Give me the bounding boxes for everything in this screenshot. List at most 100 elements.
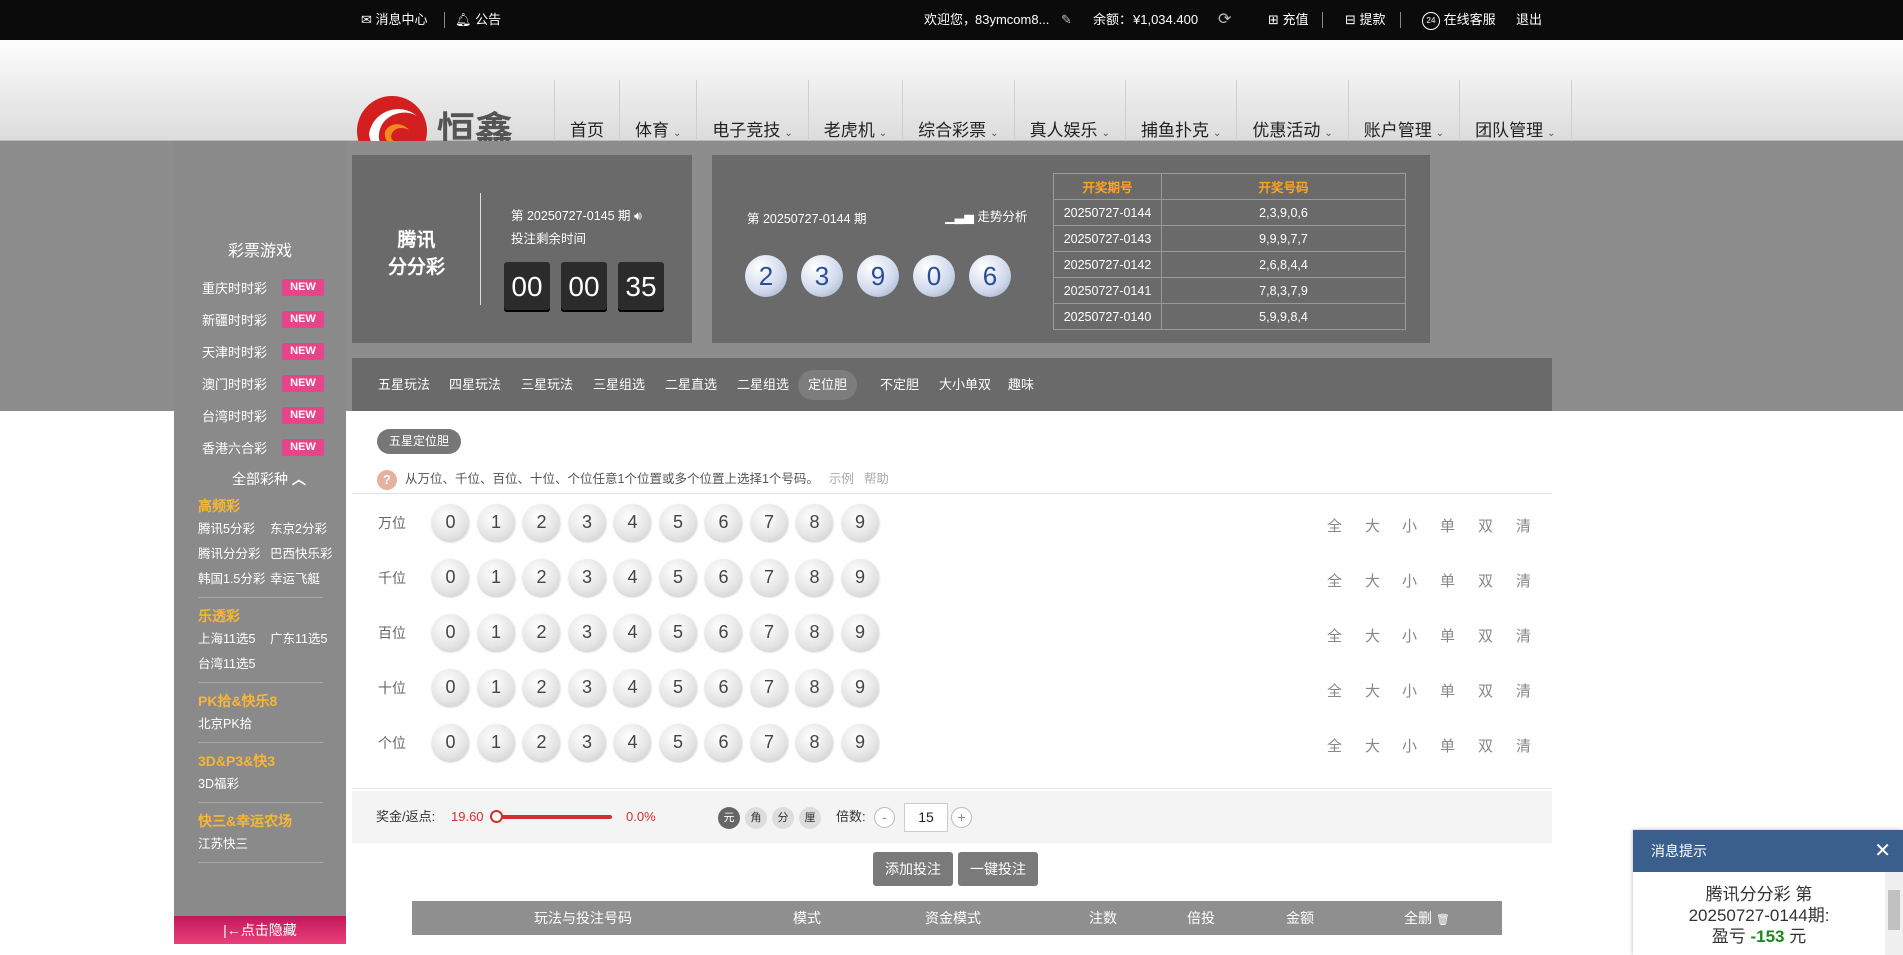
trend-link[interactable]: ▁▃▅ 走势分析 — [945, 206, 1027, 225]
tab-play-5[interactable]: 二星组选 — [727, 370, 799, 400]
quick-select-4[interactable]: 双 — [1478, 606, 1493, 661]
number-ball[interactable]: 1 — [477, 724, 515, 761]
quick-select-5[interactable]: 清 — [1516, 496, 1531, 551]
sidebar-item-featured[interactable]: 天津时时彩 — [202, 342, 267, 361]
number-ball[interactable]: 8 — [796, 614, 833, 651]
quick-select-2[interactable]: 小 — [1402, 716, 1417, 771]
number-ball[interactable]: 1 — [477, 504, 515, 541]
quick-select-4[interactable]: 双 — [1478, 716, 1493, 771]
number-ball[interactable]: 9 — [841, 504, 879, 541]
unit-li[interactable]: 厘 — [799, 807, 821, 829]
sidebar-lottery-item[interactable]: 江苏快三 — [198, 833, 248, 852]
quick-select-2[interactable]: 小 — [1402, 661, 1417, 716]
quick-bet-button[interactable]: 一键投注 — [958, 852, 1038, 886]
sidebar-lottery-item[interactable]: 台湾11选5 — [198, 653, 255, 672]
close-icon[interactable]: ✕ — [1874, 830, 1891, 872]
number-ball[interactable]: 4 — [614, 724, 651, 761]
number-ball[interactable]: 3 — [568, 669, 606, 706]
sidebar-item-featured[interactable]: 重庆时时彩 — [202, 278, 267, 297]
logout-link[interactable]: 退出 — [1516, 0, 1542, 40]
messages-link[interactable]: ✉ 消息中心 — [361, 0, 428, 40]
number-ball[interactable]: 1 — [477, 669, 515, 706]
tab-play-6[interactable]: 定位胆 — [798, 370, 858, 400]
scrollbar-thumb[interactable] — [1888, 890, 1900, 930]
deposit-link[interactable]: ⊞ 充值 — [1268, 0, 1309, 40]
tab-play-2[interactable]: 三星玩法 — [511, 370, 583, 400]
number-ball[interactable]: 6 — [705, 669, 742, 706]
number-ball[interactable]: 2 — [523, 669, 560, 706]
number-ball[interactable]: 2 — [523, 559, 560, 596]
sidebar-lottery-item[interactable]: 东京2分彩 — [270, 518, 327, 537]
edit-icon[interactable]: ✎ — [1061, 0, 1072, 40]
unit-jiao[interactable]: 角 — [745, 807, 767, 829]
quick-select-3[interactable]: 单 — [1440, 606, 1455, 661]
quick-select-0[interactable]: 全 — [1327, 716, 1342, 771]
number-ball[interactable]: 0 — [432, 669, 469, 706]
all-lotteries-toggle[interactable]: 全部彩种 ︿ — [232, 469, 306, 489]
quick-select-0[interactable]: 全 — [1327, 661, 1342, 716]
number-ball[interactable]: 1 — [477, 614, 515, 651]
number-ball[interactable]: 9 — [841, 669, 879, 706]
number-ball[interactable]: 7 — [750, 559, 788, 596]
sidebar-lottery-item[interactable]: 腾讯分分彩 — [198, 543, 261, 562]
tab-play-4[interactable]: 二星直选 — [655, 370, 727, 400]
number-ball[interactable]: 6 — [705, 504, 742, 541]
service-link[interactable]: 24 在线客服 — [1422, 0, 1496, 40]
number-ball[interactable]: 5 — [659, 669, 697, 706]
quick-select-1[interactable]: 大 — [1365, 551, 1380, 606]
example-link[interactable]: 示例 — [829, 472, 854, 486]
sidebar-lottery-item[interactable]: 巴西快乐彩 — [270, 543, 333, 562]
number-ball[interactable]: 7 — [750, 614, 788, 651]
refresh-icon[interactable]: ⟳ — [1218, 0, 1231, 40]
number-ball[interactable]: 8 — [796, 669, 833, 706]
rebate-slider-handle[interactable] — [490, 810, 503, 823]
quick-select-2[interactable]: 小 — [1402, 606, 1417, 661]
quick-select-3[interactable]: 单 — [1440, 551, 1455, 606]
quick-select-5[interactable]: 清 — [1516, 716, 1531, 771]
number-ball[interactable]: 4 — [614, 669, 651, 706]
number-ball[interactable]: 8 — [796, 559, 833, 596]
quick-select-0[interactable]: 全 — [1327, 551, 1342, 606]
number-ball[interactable]: 3 — [568, 614, 606, 651]
sidebar-item-featured[interactable]: 澳门时时彩 — [202, 374, 267, 393]
quick-select-1[interactable]: 大 — [1365, 606, 1380, 661]
rebate-slider[interactable] — [494, 815, 612, 819]
quick-select-0[interactable]: 全 — [1327, 606, 1342, 661]
number-ball[interactable]: 7 — [750, 669, 788, 706]
number-ball[interactable]: 2 — [523, 724, 560, 761]
number-ball[interactable]: 6 — [705, 559, 742, 596]
help-link[interactable]: 帮助 — [864, 472, 889, 486]
number-ball[interactable]: 7 — [750, 724, 788, 761]
unit-yuan[interactable]: 元 — [718, 807, 740, 829]
sound-icon[interactable]: 🔊︎ — [634, 209, 642, 223]
number-ball[interactable]: 0 — [432, 504, 469, 541]
quick-select-3[interactable]: 单 — [1440, 716, 1455, 771]
number-ball[interactable]: 4 — [614, 504, 651, 541]
subtab-five-star-position[interactable]: 五星定位胆 — [377, 429, 462, 454]
number-ball[interactable]: 6 — [705, 724, 742, 761]
tab-play-7[interactable]: 不定胆 — [870, 370, 929, 400]
quick-select-3[interactable]: 单 — [1440, 661, 1455, 716]
number-ball[interactable]: 6 — [705, 614, 742, 651]
number-ball[interactable]: 9 — [841, 724, 879, 761]
sidebar-item-featured[interactable]: 新疆时时彩 — [202, 310, 267, 329]
hide-sidebar-button[interactable]: |←点击隐藏 — [174, 916, 346, 944]
quick-select-1[interactable]: 大 — [1365, 496, 1380, 551]
number-ball[interactable]: 2 — [523, 504, 560, 541]
number-ball[interactable]: 1 — [477, 559, 515, 596]
number-ball[interactable]: 3 — [568, 504, 606, 541]
tab-play-0[interactable]: 五星玩法 — [368, 370, 440, 400]
tab-play-1[interactable]: 四星玩法 — [439, 370, 511, 400]
sidebar-lottery-item[interactable]: 广东11选5 — [270, 628, 327, 647]
tab-play-8[interactable]: 大小单双 — [929, 370, 1001, 400]
sidebar-lottery-item[interactable]: 3D福彩 — [198, 773, 239, 792]
sidebar-lottery-item[interactable]: 幸运飞艇 — [270, 568, 320, 587]
tab-play-9[interactable]: 趣味 — [998, 370, 1044, 400]
number-ball[interactable]: 4 — [614, 614, 651, 651]
sidebar-item-featured[interactable]: 香港六合彩 — [202, 438, 267, 457]
quick-select-0[interactable]: 全 — [1327, 496, 1342, 551]
sidebar-lottery-item[interactable]: 上海11选5 — [198, 628, 255, 647]
sidebar-lottery-item[interactable]: 北京PK拾 — [198, 713, 252, 732]
quick-select-5[interactable]: 清 — [1516, 661, 1531, 716]
number-ball[interactable]: 0 — [432, 724, 469, 761]
